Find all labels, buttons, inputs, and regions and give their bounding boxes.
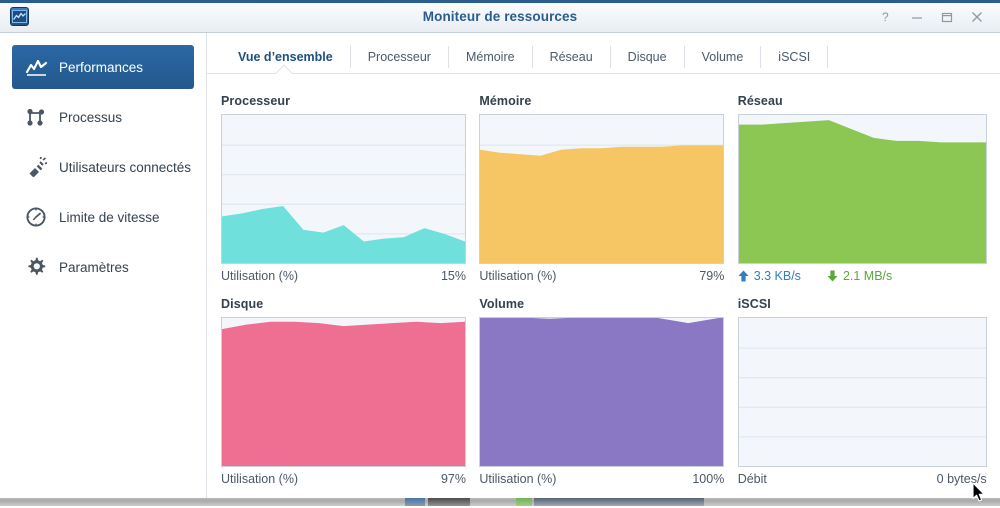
upload-legend: 3.3 KB/s: [738, 269, 801, 283]
cpu-chart: [221, 114, 466, 264]
footer-label: Utilisation (%): [221, 472, 298, 486]
svg-text:?: ?: [882, 10, 889, 23]
footer-label: Utilisation (%): [479, 269, 556, 283]
card-footer: Débit 0 bytes/s: [738, 472, 987, 486]
tab-iscsi[interactable]: iSCSI: [761, 46, 828, 68]
card-title: Volume: [479, 297, 737, 311]
sidebar-item-label: Limite de vitesse: [59, 210, 160, 225]
maximize-button[interactable]: [932, 0, 962, 33]
card-title: Réseau: [738, 94, 1000, 108]
card-memoire: Mémoire Utilisation (%) 79%: [479, 94, 737, 283]
sidebar-item-label: Utilisateurs connectés: [59, 160, 191, 175]
resource-monitor-window: Moniteur de ressources ?: [0, 0, 1000, 498]
card-processeur: Processeur Utilisation (%) 15%: [221, 94, 479, 283]
card-title: iSCSI: [738, 297, 1000, 311]
tab-label: Réseau: [550, 50, 593, 64]
volume-chart: [479, 317, 724, 467]
tab-memoire[interactable]: Mémoire: [449, 46, 533, 68]
disk-chart: [221, 317, 466, 467]
card-title: Mémoire: [479, 94, 737, 108]
taskbar-item-2[interactable]: [428, 498, 470, 506]
content-area: Vue d’ensemble Processeur Mémoire Réseau…: [207, 33, 1000, 498]
card-disque: Disque Utilisation (%) 97%: [221, 297, 479, 486]
card-footer: Utilisation (%) 79%: [479, 269, 724, 283]
footer-label: Utilisation (%): [221, 269, 298, 283]
sidebar-item-utilisateurs-connectes[interactable]: Utilisateurs connectés: [12, 145, 194, 189]
card-reseau: Réseau 3.3 KB/s: [738, 94, 1000, 283]
download-value: 2.1 MB/s: [843, 269, 892, 283]
speed-gauge-icon: [24, 205, 48, 229]
sidebar-item-limite-de-vitesse[interactable]: Limite de vitesse: [12, 195, 194, 239]
plug-connection-icon: [24, 155, 48, 179]
tab-label: Disque: [628, 50, 667, 64]
sidebar: Performances Processus: [0, 33, 207, 498]
taskbar-strip[interactable]: [0, 498, 1000, 506]
iscsi-chart: [738, 317, 987, 467]
performance-chart-icon: [24, 55, 48, 79]
tab-vue-densemble[interactable]: Vue d’ensemble: [221, 46, 351, 68]
window-body: Performances Processus: [0, 33, 1000, 498]
tab-disque[interactable]: Disque: [611, 46, 685, 68]
sidebar-item-label: Performances: [59, 60, 143, 75]
sidebar-item-processus[interactable]: Processus: [12, 95, 194, 139]
card-footer: Utilisation (%) 15%: [221, 269, 466, 283]
arrow-up-icon: [738, 270, 749, 282]
footer-value: 15%: [441, 269, 466, 283]
memory-chart: [479, 114, 724, 264]
card-volume: Volume Utilisation (%) 100%: [479, 297, 737, 486]
performance-cards-grid: Processeur Utilisation (%) 15% Mémoire: [207, 74, 1000, 498]
taskbar-item-1[interactable]: [405, 498, 425, 506]
gear-icon: [24, 255, 48, 279]
card-title: Disque: [221, 297, 479, 311]
download-legend: 2.1 MB/s: [827, 269, 892, 283]
cards-row-top: Processeur Utilisation (%) 15% Mémoire: [221, 94, 1000, 297]
card-iscsi: iSCSI Débit 0 bytes/s: [738, 297, 1000, 486]
cards-row-bottom: Disque Utilisation (%) 97% Volume: [221, 297, 1000, 498]
minimize-button[interactable]: [902, 0, 932, 33]
footer-value: 0 bytes/s: [937, 472, 987, 486]
footer-value: 97%: [441, 472, 466, 486]
card-footer: Utilisation (%) 97%: [221, 472, 466, 486]
network-legend: 3.3 KB/s 2.1 MB/s: [738, 269, 987, 283]
footer-value: 79%: [699, 269, 724, 283]
tab-label: Mémoire: [466, 50, 515, 64]
tab-bar: Vue d’ensemble Processeur Mémoire Réseau…: [207, 41, 1000, 74]
sidebar-item-label: Paramètres: [59, 260, 129, 275]
tab-label: iSCSI: [778, 50, 810, 64]
card-title: Processeur: [221, 94, 479, 108]
footer-label: Utilisation (%): [479, 472, 556, 486]
page-title: Moniteur de ressources: [0, 9, 1000, 24]
tab-processeur[interactable]: Processeur: [351, 46, 449, 68]
process-tree-icon: [24, 105, 48, 129]
window-controls: ?: [872, 0, 992, 33]
tab-volume[interactable]: Volume: [685, 46, 762, 68]
arrow-down-icon: [827, 270, 838, 282]
sidebar-item-performances[interactable]: Performances: [12, 45, 194, 89]
window-titlebar[interactable]: Moniteur de ressources ?: [0, 0, 1000, 33]
close-button[interactable]: [962, 0, 992, 33]
taskbar-item-3[interactable]: [516, 498, 532, 506]
sidebar-item-parametres[interactable]: Paramètres: [12, 245, 194, 289]
card-footer: Utilisation (%) 100%: [479, 472, 724, 486]
network-chart: [738, 114, 987, 264]
tab-reseau[interactable]: Réseau: [533, 46, 611, 68]
sidebar-item-label: Processus: [59, 110, 122, 125]
tab-label: Vue d’ensemble: [238, 50, 333, 64]
footer-value: 100%: [692, 472, 724, 486]
upload-value: 3.3 KB/s: [754, 269, 801, 283]
titlebar-accent-line: [0, 0, 1000, 3]
help-button[interactable]: ?: [872, 0, 902, 33]
tab-label: Volume: [702, 50, 744, 64]
taskbar-item-4[interactable]: [534, 498, 704, 506]
footer-label: Débit: [738, 472, 767, 486]
tab-label: Processeur: [368, 50, 431, 64]
